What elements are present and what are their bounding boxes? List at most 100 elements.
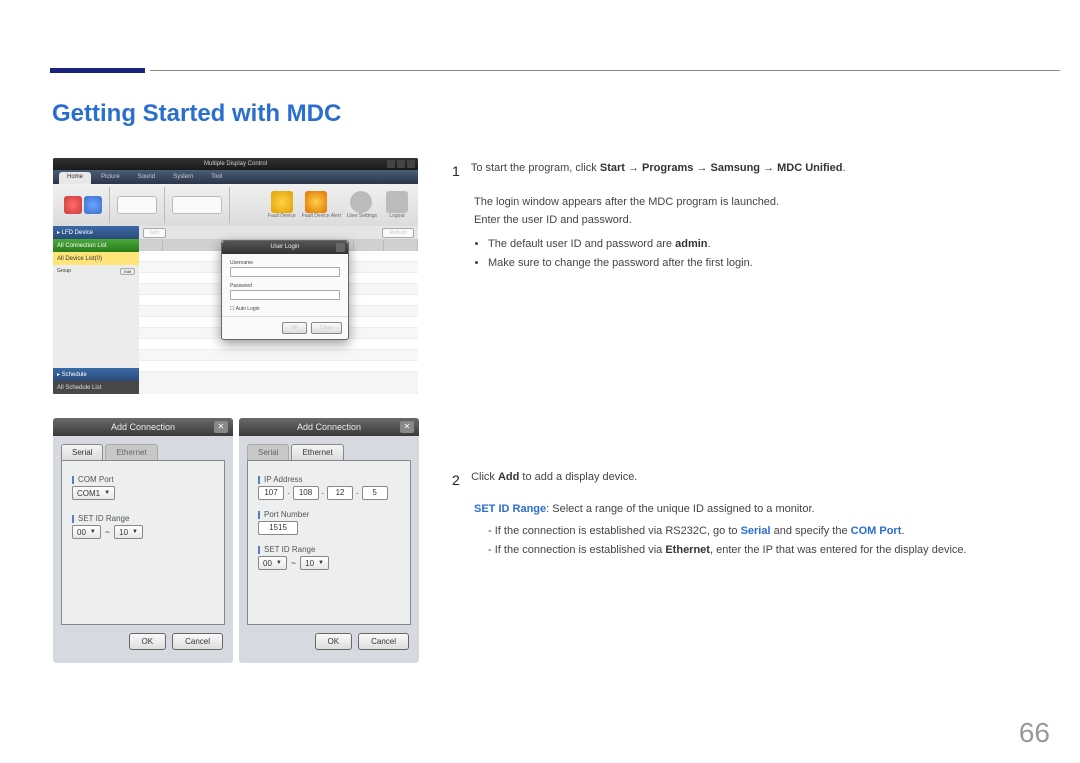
setid-label: SET ID Range <box>258 545 400 554</box>
sidebar-all-device[interactable]: All Device List(0) <box>53 252 139 265</box>
setid-to[interactable]: 10▼ <box>300 556 329 570</box>
dlg-tabs: Serial Ethernet <box>61 444 225 460</box>
power-on-button[interactable] <box>64 196 82 214</box>
serial-panel: COM Port COM1▼ SET ID Range 00▼ ~ 10▼ <box>61 460 225 625</box>
alert-label: Fault Device Alert <box>302 213 341 219</box>
close-icon[interactable]: ✕ <box>214 421 228 433</box>
tab-ethernet[interactable]: Ethernet <box>105 444 157 460</box>
ip-seg-2[interactable]: 108 <box>293 486 319 500</box>
col-port: Port <box>354 240 384 251</box>
setid-range: 00▼ ~ 10▼ <box>72 525 214 539</box>
d1m: and specify the <box>771 525 851 537</box>
chevron-down-icon: ▼ <box>276 560 282 566</box>
power-group <box>57 187 110 223</box>
step1-desc1: The login window appears after the MDC p… <box>474 194 1050 212</box>
col-id: ID <box>139 240 163 251</box>
b1-bold: admin <box>675 238 707 250</box>
ip-seg-1[interactable]: 107 <box>258 486 284 500</box>
minimize-button[interactable] <box>387 160 395 168</box>
ok-button[interactable]: OK <box>129 633 167 650</box>
close-button[interactable] <box>407 160 415 168</box>
step1-intro: To start the program, click <box>471 162 600 174</box>
tab-picture[interactable]: Picture <box>93 172 128 184</box>
from-val: 00 <box>77 528 86 537</box>
step2-dash-list: If the connection is established via RS2… <box>488 523 1050 560</box>
tab-serial[interactable]: Serial <box>247 444 289 460</box>
setid-to[interactable]: 10 ▼ <box>114 525 143 539</box>
close-icon[interactable]: ✕ <box>400 421 414 433</box>
app-titlebar: Multiple Display Control <box>53 158 418 170</box>
login-close-button[interactable]: Close <box>311 322 342 334</box>
fault-device-icon[interactable] <box>271 191 293 213</box>
dlg-buttons: OK Cancel <box>53 633 233 658</box>
sidebar-all-schedule[interactable]: All Schedule List <box>53 381 139 394</box>
step1-bullet1: The default user ID and password are adm… <box>488 236 1050 254</box>
step2-line: 2 Click Add to add a display device. <box>452 469 1050 491</box>
tab-ethernet[interactable]: Ethernet <box>291 444 343 460</box>
add-connection-serial-dialog: Add Connection✕ Serial Ethernet COM Port… <box>53 418 233 663</box>
table-row <box>139 361 418 372</box>
cancel-button[interactable]: Cancel <box>358 633 409 650</box>
chevron-down-icon: ▼ <box>132 529 138 535</box>
dot: . <box>287 486 290 500</box>
step1-number: 1 <box>452 160 468 182</box>
comport-select[interactable]: COM1▼ <box>72 486 115 500</box>
tilde: ~ <box>291 558 296 568</box>
dialog-title: Add Connection✕ <box>53 418 233 436</box>
d1b1: Serial <box>741 525 771 537</box>
fault-alert-icon[interactable] <box>305 191 327 213</box>
setid-from[interactable]: 00 ▼ <box>72 525 101 539</box>
setid-label: SET ID Range <box>72 514 214 523</box>
auto-login-checkbox[interactable]: ☐ Auto Login <box>230 306 340 312</box>
dash2: If the connection is established via Eth… <box>488 542 1050 560</box>
chevron-down-icon: ▼ <box>90 529 96 535</box>
step2-number: 2 <box>452 469 468 491</box>
comport-label: COM Port <box>72 475 214 484</box>
ok-button[interactable]: OK <box>315 633 353 650</box>
d2p: If the connection is established via <box>495 544 666 556</box>
ip-label: IP Address <box>258 475 400 484</box>
user-settings-icon[interactable] <box>350 191 372 213</box>
app-title: Multiple Display Control <box>204 161 267 167</box>
step1-desc2: Enter the user ID and password. <box>474 212 1050 230</box>
edit-button[interactable]: Edit <box>120 268 135 275</box>
sidebar-schedule[interactable]: ▸ Schedule <box>53 368 139 381</box>
close-icon[interactable] <box>336 243 345 252</box>
ip-seg-3[interactable]: 12 <box>327 486 353 500</box>
refresh-button[interactable]: Refresh <box>382 228 414 238</box>
login-ok-button[interactable]: OK <box>282 322 307 334</box>
sidebar-all-connection[interactable]: All Connection List <box>53 239 139 252</box>
setid-from[interactable]: 00▼ <box>258 556 287 570</box>
username-label: Username <box>230 260 340 266</box>
input-button[interactable] <box>117 196 157 214</box>
password-input[interactable] <box>230 290 340 300</box>
setid-label: SET ID Range <box>474 503 546 515</box>
port-input[interactable]: 1515 <box>258 521 298 535</box>
add-connection-ethernet-dialog: Add Connection✕ Serial Ethernet IP Addre… <box>239 418 419 663</box>
power-off-button[interactable] <box>84 196 102 214</box>
tab-sound[interactable]: Sound <box>130 172 163 184</box>
step1-bullet2: Make sure to change the password after t… <box>488 255 1050 273</box>
header-rule <box>150 70 1060 71</box>
tab-system[interactable]: System <box>165 172 201 184</box>
tab-tool[interactable]: Tool <box>203 172 230 184</box>
instructions-column: 1 To start the program, click Start → Pr… <box>452 160 1050 562</box>
maximize-button[interactable] <box>397 160 405 168</box>
add-device-button[interactable]: Add <box>143 228 166 238</box>
step1-line: 1 To start the program, click Start → Pr… <box>452 160 1050 182</box>
tab-serial[interactable]: Serial <box>61 444 103 460</box>
ip-seg-4[interactable]: 5 <box>362 486 388 500</box>
cancel-button[interactable]: Cancel <box>172 633 223 650</box>
username-field: Username <box>230 260 340 277</box>
logout-icon[interactable] <box>386 191 408 213</box>
to-val: 10 <box>119 528 128 537</box>
d2po: , enter the IP that was entered for the … <box>710 544 967 556</box>
login-dialog: User Login Username Password ☐ Auto Logi… <box>221 240 349 340</box>
username-input[interactable] <box>230 267 340 277</box>
tab-home[interactable]: Home <box>59 172 91 184</box>
setid-range: 00▼ ~ 10▼ <box>258 556 400 570</box>
volume-button[interactable] <box>172 196 222 214</box>
volume-group <box>165 187 230 223</box>
sidebar-lfd-device[interactable]: ▸ LFD Device <box>53 226 139 239</box>
input-group <box>110 187 165 223</box>
